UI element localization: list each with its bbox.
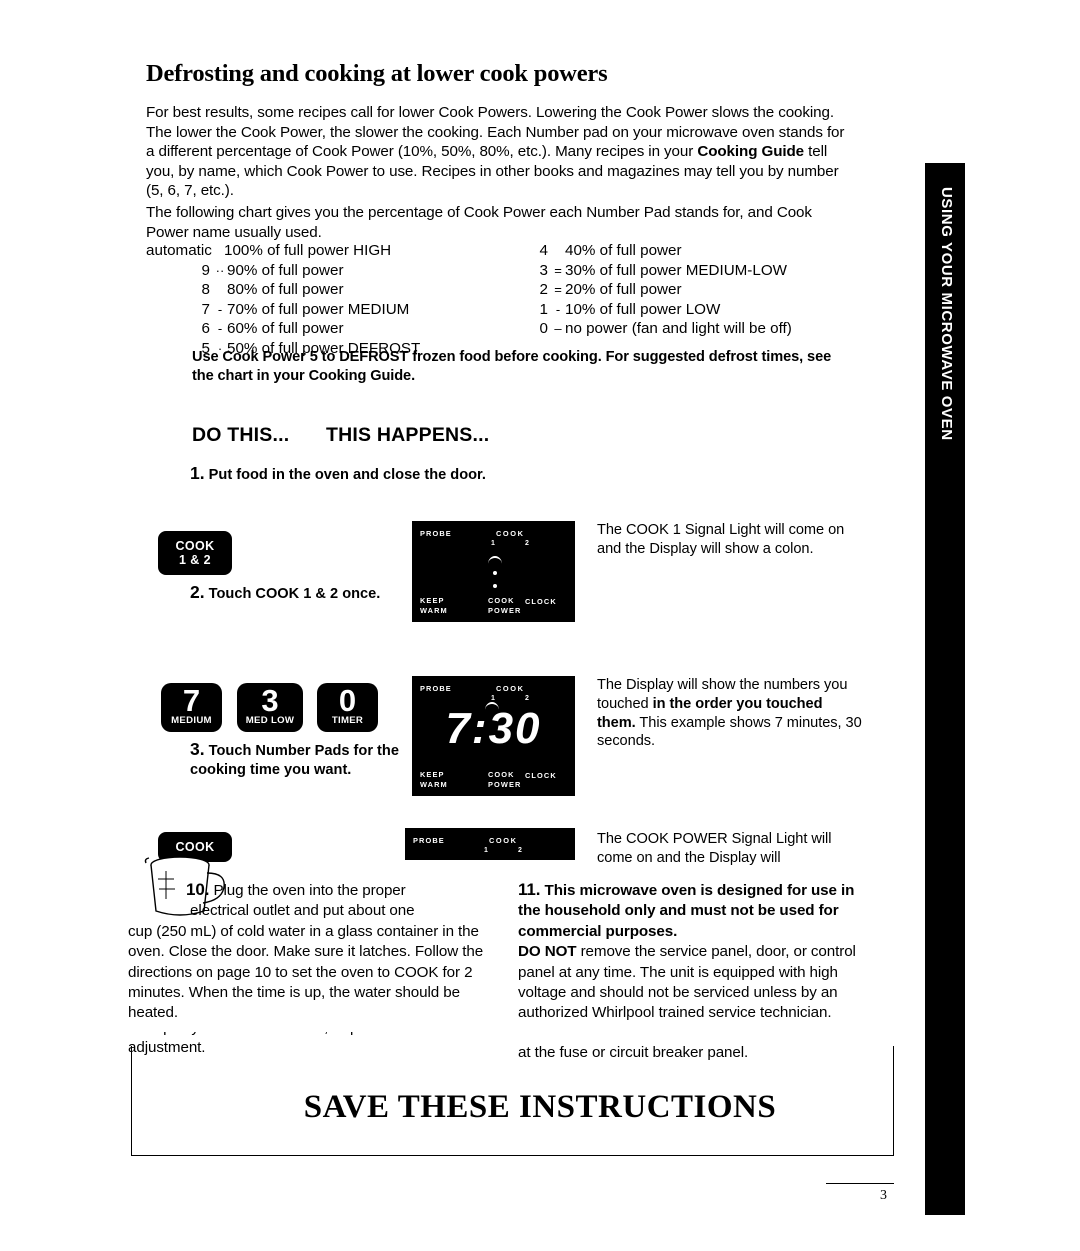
overlay-item-10-number: 10. [186,880,210,899]
overlay-item-11-bold-block: 11. This microwave oven is designed for … [518,880,873,942]
overlay-page-exposure: 10. Plug the oven into the proper electr… [0,0,1080,1251]
overlay-item-11-number: 11. [518,880,541,899]
overlay-item-11-do-not: DO NOT [518,943,577,961]
page-number: 3 [880,1188,887,1203]
manual-page: USING YOUR MICROWAVE OVEN Defrosting and… [0,0,1080,1251]
overlay-item-10-line2: electrical outlet and put about one [190,902,415,920]
save-these-instructions-heading: SAVE THESE INSTRUCTIONS [303,1089,777,1125]
overlay-item-10-line1: 10. Plug the oven into the proper [128,880,498,901]
overlay-item-10-text1: Plug the oven into the proper [213,882,406,899]
overlay-item-11-bold-text: This microwave oven is designed for use … [518,882,855,940]
overlay-item-11-donot-block: DO NOT remove the service panel, door, o… [518,942,873,1024]
overlay-item-10-rest: cup (250 mL) of cold water in a glass co… [128,922,484,1022]
overlay-item-10: 10. Plug the oven into the proper electr… [128,880,498,1024]
page-number-rule [826,1183,894,1184]
overlay-item-11: 11. This microwave oven is designed for … [518,880,873,1024]
